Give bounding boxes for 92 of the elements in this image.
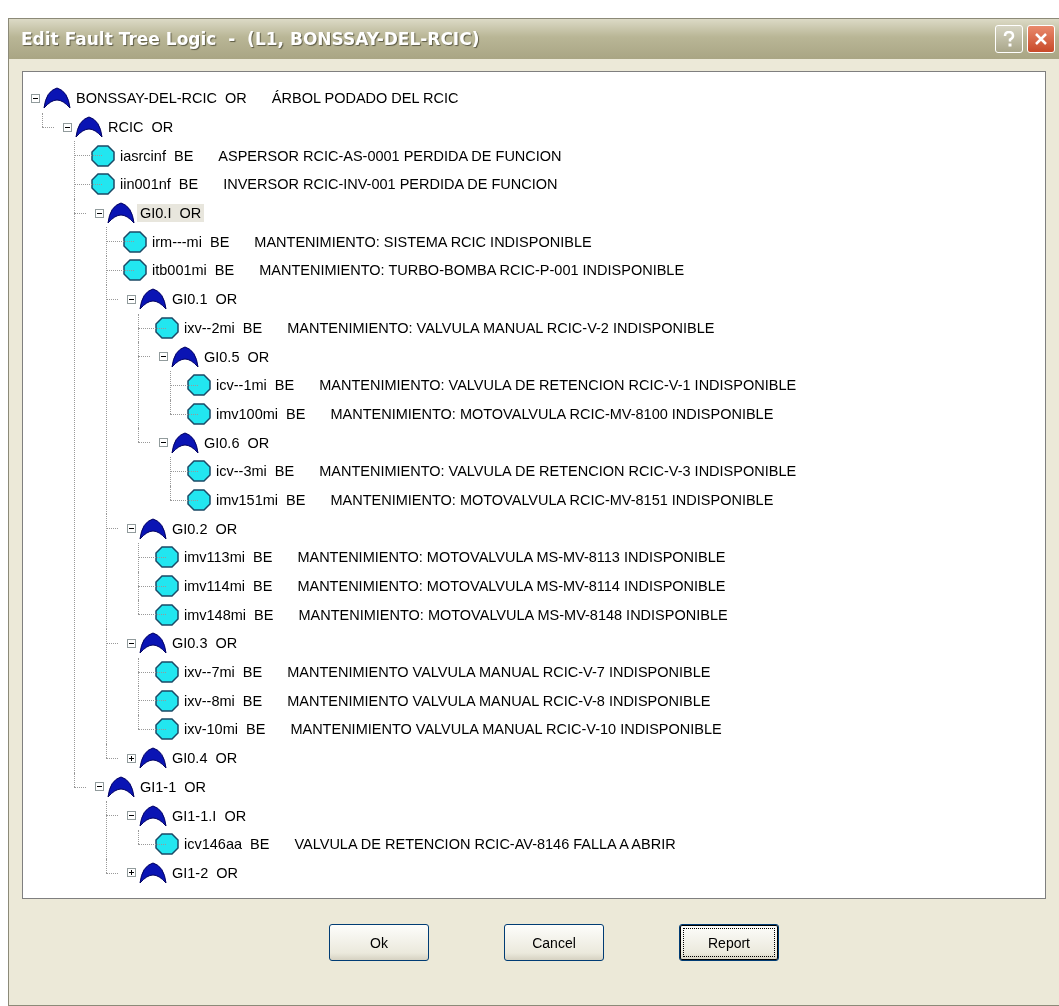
or-gate-icon xyxy=(43,87,71,110)
basic-event-icon xyxy=(155,689,179,712)
tree-node-label[interactable]: ixv--8mi BE xyxy=(181,691,266,710)
basic-event-icon xyxy=(155,718,179,741)
basic-event-icon xyxy=(91,144,115,167)
expander-icon[interactable] xyxy=(126,811,136,821)
or-gate-icon xyxy=(139,747,167,770)
tree-node-label[interactable]: imv148mi BE xyxy=(181,605,277,624)
basic-event-icon xyxy=(187,488,211,511)
basic-event-icon xyxy=(187,402,211,425)
tree-node-label[interactable]: icv--1mi BE xyxy=(213,376,298,395)
dialog-button[interactable]: Ok xyxy=(329,924,429,961)
basic-event-icon xyxy=(155,546,179,569)
or-gate-icon xyxy=(139,632,167,655)
node-description: MANTENIMIENTO: VALVULA DE RETENCION RCIC-V-3 INDISPONIBLE xyxy=(319,463,797,480)
tree-node-label[interactable]: ixv-10mi BE xyxy=(181,720,269,739)
expander-icon[interactable] xyxy=(126,753,136,763)
tree-node-label[interactable]: GI0.I OR xyxy=(137,204,205,223)
tree-node-label[interactable]: RCIC OR xyxy=(105,118,177,137)
node-description: INVERSOR RCIC-INV-001 PERDIDA DE FUNCION xyxy=(223,176,558,193)
tree-node-label[interactable]: imv100mi BE xyxy=(213,404,309,423)
or-gate-icon xyxy=(171,431,199,454)
expander-icon[interactable] xyxy=(158,438,168,448)
tree-node-label[interactable]: imv113mi BE xyxy=(181,548,276,567)
help-icon xyxy=(1003,31,1015,47)
or-gate-icon xyxy=(75,116,103,139)
node-description: MANTENIMIENTO: MOTOVALVULA MS-MV-8148 INDISPONIBLE xyxy=(298,606,728,623)
node-description: MANTENIMIENTO VALVULA MANUAL RCIC-V-7 INDISPONIBLE xyxy=(287,664,711,681)
tree-node-label[interactable]: GI1-2 OR xyxy=(169,863,242,882)
close-button[interactable] xyxy=(1027,25,1055,53)
expander-icon[interactable] xyxy=(94,208,104,218)
expander-icon[interactable] xyxy=(126,868,136,878)
node-description: MANTENIMIENTO: MOTOVALVULA RCIC-MV-8151 INDISPONIBLE xyxy=(330,491,774,508)
basic-event-icon xyxy=(155,575,179,598)
tree-node-label[interactable]: iin001nf BE xyxy=(117,175,202,194)
window-title: Edit Fault Tree Logic - (L1, BONSSAY-DEL-RCIC) xyxy=(21,29,481,49)
tree-node-label[interactable]: imv151mi BE xyxy=(213,490,309,509)
tree-node-label[interactable]: GI1-1.I OR xyxy=(169,806,250,825)
node-description: ASPERSOR RCIC-AS-0001 PERDIDA DE FUNCION xyxy=(218,147,562,164)
basic-event-icon xyxy=(155,833,179,856)
expander-icon[interactable] xyxy=(126,294,136,304)
tree-node-label[interactable]: ixv--7mi BE xyxy=(181,663,266,682)
tree-node-label[interactable]: GI0.5 OR xyxy=(201,347,273,366)
expander-icon[interactable] xyxy=(126,638,136,648)
node-description: VALVULA DE RETENCION RCIC-AV-8146 FALLA A ABRIR xyxy=(294,836,676,853)
or-gate-icon xyxy=(107,775,135,798)
or-gate-icon xyxy=(139,517,167,540)
node-description: MANTENIMIENTO VALVULA MANUAL RCIC-V-10 INDISPONIBLE xyxy=(290,721,722,738)
tree-node-label[interactable]: itb001mi BE xyxy=(149,261,238,280)
basic-event-icon xyxy=(155,603,179,626)
basic-event-icon xyxy=(155,316,179,339)
tree-node-label[interactable]: GI0.3 OR xyxy=(169,634,241,653)
node-description: ÁRBOL PODADO DEL RCIC xyxy=(271,90,459,107)
tree-node-label[interactable]: BONSSAY-DEL-RCIC OR xyxy=(73,89,250,108)
dialog-button[interactable]: Report xyxy=(679,924,779,961)
or-gate-icon xyxy=(107,202,135,225)
tree-node-label[interactable]: GI0.2 OR xyxy=(169,519,241,538)
basic-event-icon xyxy=(187,460,211,483)
tree-node-label[interactable]: irm---mi BE xyxy=(149,232,233,251)
basic-event-icon xyxy=(123,230,147,253)
basic-event-icon xyxy=(123,259,147,282)
basic-event-icon xyxy=(155,661,179,684)
dialog-button[interactable]: Cancel xyxy=(504,924,604,961)
expander-icon[interactable] xyxy=(126,524,136,534)
tree-node-label[interactable]: icv146aa BE xyxy=(181,835,273,854)
or-gate-icon xyxy=(171,345,199,368)
node-description: MANTENIMIENTO: TURBO-BOMBA RCIC-P-001 INDISPONIBLE xyxy=(259,262,685,279)
tree-node-label[interactable]: imv114mi BE xyxy=(181,577,276,596)
or-gate-icon xyxy=(139,804,167,827)
tree-node-label[interactable]: GI1-1 OR xyxy=(137,777,210,796)
tree-node-label[interactable]: iasrcinf BE xyxy=(117,146,197,165)
expander-icon[interactable] xyxy=(158,352,168,362)
close-icon xyxy=(1034,32,1048,46)
node-description: MANTENIMIENTO: SISTEMA RCIC INDISPONIBLE xyxy=(254,233,592,250)
tree-node-label[interactable]: GI0.6 OR xyxy=(201,433,273,452)
tree-node-label[interactable]: GI0.1 OR xyxy=(169,290,241,309)
basic-event-icon xyxy=(187,374,211,397)
tree-node-label[interactable]: icv--3mi BE xyxy=(213,462,298,481)
node-description: MANTENIMIENTO: MOTOVALVULA RCIC-MV-8100 INDISPONIBLE xyxy=(330,405,774,422)
tree-node-label[interactable]: ixv--2mi BE xyxy=(181,318,266,337)
node-description: MANTENIMIENTO: VALVULA DE RETENCION RCIC-V-1 INDISPONIBLE xyxy=(319,377,797,394)
node-description: MANTENIMIENTO: MOTOVALVULA MS-MV-8114 INDISPONIBLE xyxy=(297,578,726,595)
node-description: MANTENIMIENTO: MOTOVALVULA MS-MV-8113 INDISPONIBLE xyxy=(297,549,726,566)
node-description: MANTENIMIENTO: VALVULA MANUAL RCIC-V-2 INDISPONIBLE xyxy=(287,319,715,336)
expander-icon[interactable] xyxy=(94,782,104,792)
expander-icon[interactable] xyxy=(62,122,72,132)
node-description: MANTENIMIENTO VALVULA MANUAL RCIC-V-8 INDISPONIBLE xyxy=(287,692,711,709)
or-gate-icon xyxy=(139,861,167,884)
or-gate-icon xyxy=(139,288,167,311)
tree-node-label[interactable]: GI0.4 OR xyxy=(169,749,241,768)
expander-icon[interactable] xyxy=(30,93,40,103)
basic-event-icon xyxy=(91,173,115,196)
